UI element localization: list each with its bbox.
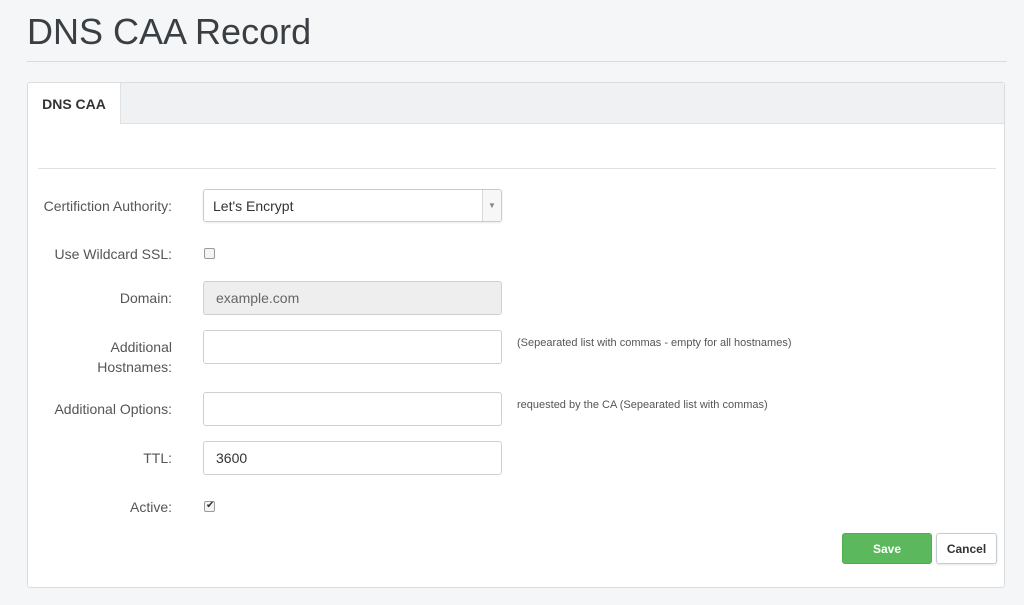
ca-label: Certifiction Authority: [43, 198, 172, 214]
hostnames-label-line2: Hostnames: [97, 359, 172, 375]
ca-select-value: Let's Encrypt [213, 198, 294, 214]
options-label: Additional Options: [54, 401, 172, 417]
tab-bar: DNS CAA [28, 83, 1004, 124]
panel-divider [38, 168, 996, 169]
select-arrow[interactable]: ▼ [482, 190, 501, 221]
hostnames-input[interactable] [203, 330, 502, 364]
wildcard-label: Use Wildcard SSL: [54, 246, 172, 262]
form-panel: DNS CAA Certifiction Authority: Let's En… [27, 82, 1005, 588]
chevron-down-icon: ▼ [488, 201, 496, 210]
page-title: DNS CAA Record [27, 11, 312, 52]
wildcard-checkbox[interactable] [204, 248, 215, 259]
hostnames-hint: (Sepearated list with commas - empty for… [517, 337, 792, 349]
hostnames-label-line1: Additional [110, 339, 173, 355]
ca-select[interactable]: Let's Encrypt ▼ [203, 189, 502, 222]
checkmark-icon: ✔ [206, 500, 215, 511]
cancel-button[interactable]: Cancel [936, 533, 997, 564]
save-button[interactable]: Save [842, 533, 932, 564]
options-input[interactable] [203, 392, 502, 426]
active-label: Active: [129, 499, 172, 515]
domain-label: Domain: [119, 290, 172, 306]
options-hint: requested by the CA (Sepearated list wit… [517, 399, 768, 411]
domain-input[interactable] [203, 281, 502, 315]
title-divider [27, 61, 1007, 62]
ttl-input[interactable] [203, 441, 502, 475]
active-checkbox[interactable]: ✔ [204, 500, 215, 512]
tab-dns-caa[interactable]: DNS CAA [28, 83, 121, 124]
ttl-label: TTL: [143, 450, 172, 466]
